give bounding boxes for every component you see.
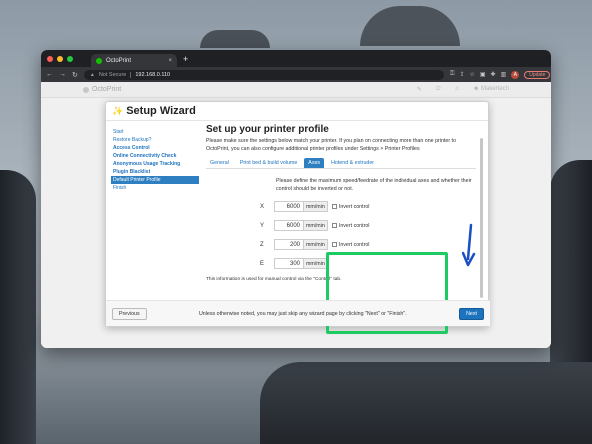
speed-input[interactable]: 200 <box>274 239 304 250</box>
background-rock <box>0 170 36 444</box>
wizard-step[interactable]: Plugin Blacklist <box>111 168 199 176</box>
tab-hotend[interactable]: Hotend & extruder <box>327 158 378 168</box>
wizard-step[interactable]: Restore Backup? <box>111 136 199 144</box>
new-tab-button[interactable]: + <box>183 54 188 64</box>
profile-tabs: General Print bed & build volume Axes Ho… <box>206 157 476 169</box>
axis-label: X <box>260 203 265 210</box>
back-icon[interactable]: ← <box>46 71 53 78</box>
tab-general[interactable]: General <box>206 158 233 168</box>
octoprint-navbar: OctoPrint ✎ ⏻ ♫ ☻ Makertech <box>41 82 551 98</box>
url-text[interactable]: 192.168.0.110 <box>135 72 170 78</box>
bell-icon[interactable]: ♫ <box>455 86 460 93</box>
background-rock <box>260 362 592 444</box>
setup-wizard-modal: ✨ Setup Wizard Start Restore Backup? Acc… <box>105 101 490 334</box>
invert-label: Invert control <box>338 222 370 229</box>
not-secure-label: Not Secure <box>98 71 127 78</box>
user-icon: ☻ <box>473 86 481 92</box>
navbar-right: ✎ ⏻ ♫ ☻ Makertech <box>417 86 509 93</box>
invert-checkbox[interactable] <box>331 223 337 228</box>
modal-header: ✨ Setup Wizard <box>106 102 488 121</box>
profile-avatar[interactable]: A <box>511 70 520 79</box>
unit-label: mm/min <box>304 239 328 250</box>
wrench-icon[interactable]: ✎ <box>417 86 422 93</box>
brand-text: OctoPrint <box>92 86 122 93</box>
unit-label: mm/min <box>304 258 328 269</box>
divider <box>130 71 132 78</box>
speed-input[interactable]: 6000 <box>274 201 304 212</box>
address-bar[interactable]: ▲ Not Secure 192.168.0.110 <box>83 69 444 80</box>
tab-print-bed[interactable]: Print bed & build volume <box>236 158 301 168</box>
tab-close-icon[interactable]: × <box>168 58 172 64</box>
annotation-arrow-icon <box>462 223 476 267</box>
wizard-step[interactable]: Online Connectivity Check <box>111 152 199 160</box>
user-name: Makertech <box>480 86 509 92</box>
invert-checkbox[interactable] <box>331 242 337 247</box>
user-menu[interactable]: ☻ Makertech <box>473 86 509 93</box>
axis-row-x: X 6000 mm/min Invert control <box>260 199 476 214</box>
puzzle-icon[interactable]: ✚ <box>491 71 496 78</box>
axes-description: Please define the maximum speed/feedrate… <box>276 178 472 192</box>
wizard-step[interactable]: Start <box>111 128 199 136</box>
browser-toolbar: ← → ↻ ▲ Not Secure 192.168.0.110 ⚿ ⇪ ☆ ▣… <box>41 67 551 82</box>
reload-icon[interactable]: ↻ <box>72 71 78 79</box>
speed-input[interactable]: 6000 <box>274 220 304 231</box>
next-button[interactable]: Next <box>459 307 484 320</box>
forward-icon[interactable]: → <box>59 71 66 78</box>
invert-control[interactable]: Invert control <box>331 241 370 248</box>
wizard-steps: Start Restore Backup? Access Control Onl… <box>111 128 199 192</box>
modal-footer: Previous Unless otherwise noted, you may… <box>106 300 490 326</box>
octoprint-logo-icon <box>83 86 89 93</box>
browser-window: OctoPrint × + ← → ↻ ▲ Not Secure 192.168… <box>41 50 551 348</box>
wizard-step[interactable]: Anonymous Usage Tracking <box>111 160 199 168</box>
invert-control[interactable]: Invert control <box>331 203 370 210</box>
extension-icon[interactable]: ▣ <box>480 71 486 78</box>
tab-axes[interactable]: Axes <box>304 158 325 168</box>
invert-checkbox[interactable] <box>331 204 337 209</box>
system-icon[interactable]: ⏻ <box>436 86 441 93</box>
toolbar-icons: ⚿ ⇪ ☆ ▣ ✚ ▥ A Update ⋮ <box>450 70 551 79</box>
update-button[interactable]: Update <box>524 70 551 79</box>
key-icon[interactable]: ⚿ <box>450 71 455 78</box>
axis-row-z: Z 200 mm/min Invert control <box>260 237 476 252</box>
invert-control[interactable]: Invert control <box>331 222 370 229</box>
unit-label: mm/min <box>304 201 328 212</box>
share-icon[interactable]: ⇪ <box>459 71 464 78</box>
octoprint-favicon-icon <box>96 57 102 64</box>
wizard-step[interactable]: Finish <box>111 184 199 192</box>
axis-label: Z <box>260 241 264 248</box>
magic-wand-icon: ✨ <box>112 105 124 116</box>
close-window-button[interactable] <box>47 55 53 62</box>
modal-title: Setup Wizard <box>126 105 196 117</box>
tab-title: OctoPrint <box>106 57 132 64</box>
octoprint-brand[interactable]: OctoPrint <box>83 86 121 93</box>
minimize-window-button[interactable] <box>57 55 63 62</box>
arrow-shaft <box>466 223 473 261</box>
footer-hint: Unless otherwise noted, you may just ski… <box>198 310 407 317</box>
axis-row-y: Y 6000 mm/min Invert control <box>260 218 476 233</box>
background-rock <box>360 6 460 46</box>
maximize-window-button[interactable] <box>67 55 73 62</box>
bookmark-star-icon[interactable]: ☆ <box>469 71 474 78</box>
wizard-step[interactable]: Access Control <box>111 144 199 152</box>
sidebar-icon[interactable]: ▥ <box>501 71 507 78</box>
section-heading: Set up your printer profile <box>206 124 329 135</box>
wizard-step-active[interactable]: Default Printer Profile <box>111 176 199 184</box>
previous-button[interactable]: Previous <box>112 307 147 320</box>
browser-tabbar: OctoPrint × + <box>41 50 551 67</box>
modal-scrollbar[interactable] <box>480 138 483 298</box>
axis-label: E <box>260 260 265 267</box>
axis-label: Y <box>260 222 265 229</box>
warning-icon: ▲ <box>89 71 95 78</box>
background-rock <box>200 30 270 48</box>
unit-label: mm/min <box>304 220 328 231</box>
page-content: OctoPrint ✎ ⏻ ♫ ☻ Makertech ✨ Setup Wiza… <box>41 82 551 348</box>
speed-input[interactable]: 300 <box>274 258 304 269</box>
intro-text: Please make sure the settings below matc… <box>206 138 456 152</box>
invert-label: Invert control <box>338 203 370 210</box>
browser-tab[interactable]: OctoPrint × <box>91 54 177 67</box>
invert-label: Invert control <box>338 241 370 248</box>
